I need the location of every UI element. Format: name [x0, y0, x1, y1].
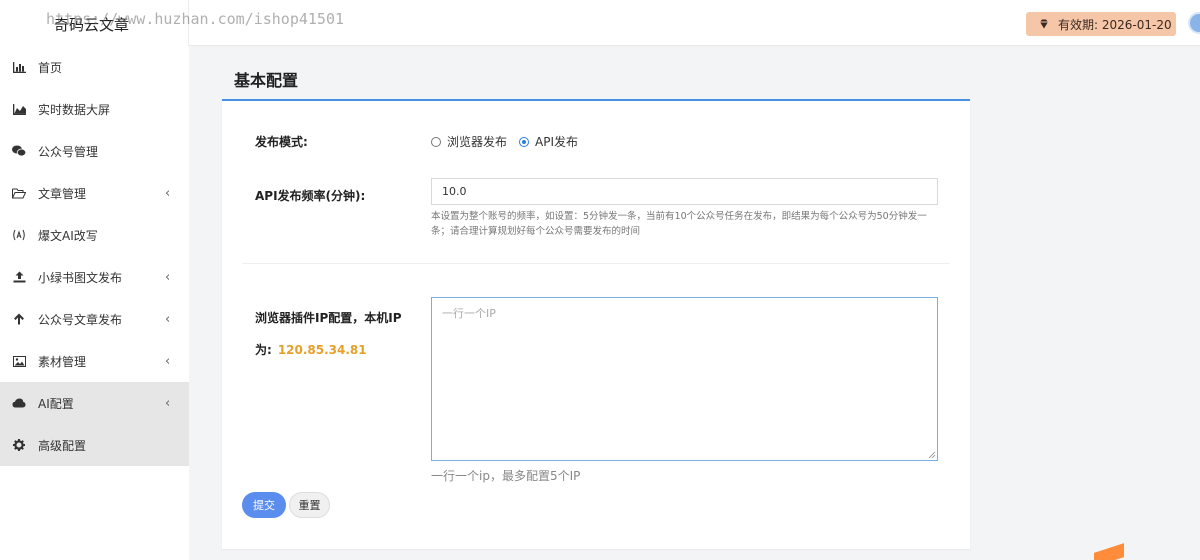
section-divider — [242, 263, 950, 264]
ip-config-label: 浏览器插件IP配置，本机IP — [255, 311, 402, 325]
ai-icon — [12, 228, 26, 242]
frequency-input[interactable]: 10.0 — [431, 178, 938, 205]
sidebar-item-label: 小绿书图文发布 — [38, 270, 123, 285]
sidebar-item-dashboard[interactable]: 实时数据大屏 — [0, 88, 189, 130]
cloud-icon — [12, 396, 26, 410]
chevron-left-icon: ‹ — [165, 396, 171, 411]
sidebar-item-label: AI配置 — [38, 396, 74, 411]
corner-decoration — [1094, 543, 1124, 560]
arrow-up-icon — [12, 312, 26, 326]
resize-grip-icon[interactable] — [928, 451, 936, 459]
sidebar-item-label: 公众号管理 — [38, 144, 99, 159]
sidebar-item-xiaolvshu[interactable]: 小绿书图文发布 ‹ — [0, 256, 189, 298]
chevron-left-icon: ‹ — [165, 270, 171, 285]
radio-api-publish[interactable] — [519, 136, 530, 147]
submit-button[interactable]: 提交 — [242, 492, 286, 518]
frequency-label: API发布频率(分钟): — [255, 189, 366, 203]
sidebar-item-articles[interactable]: 文章管理 ‹ — [0, 172, 189, 214]
bar-chart-icon — [12, 60, 26, 74]
sidebar-item-label: 高级配置 — [38, 438, 87, 453]
radio-label-browser[interactable]: 浏览器发布 — [447, 133, 507, 150]
chevron-left-icon: ‹ — [165, 312, 171, 327]
upload-icon — [12, 270, 26, 284]
publish-mode-radio-group: 浏览器发布 API发布 — [431, 133, 590, 150]
radio-browser-publish[interactable] — [431, 136, 441, 147]
sidebar-item-label: 公众号文章发布 — [38, 312, 123, 327]
chevron-left-icon: ‹ — [165, 354, 171, 369]
sidebar-item-ai-config[interactable]: AI配置 ‹ — [0, 382, 189, 424]
diamond-icon — [1040, 19, 1048, 29]
sidebar-item-ai-rewrite[interactable]: 爆文AI改写 — [0, 214, 189, 256]
radio-label-api[interactable]: API发布 — [535, 133, 578, 150]
gear-icon — [12, 438, 26, 452]
avatar[interactable] — [1188, 12, 1200, 34]
top-bar: 奇码云文章 https://www.huzhan.com/ishop41501 … — [0, 0, 1200, 46]
chevron-left-icon: ‹ — [165, 186, 171, 201]
expiry-badge[interactable]: 有效期: 2026-01-20 — [1026, 12, 1176, 36]
sidebar-item-wechat-publish[interactable]: 公众号文章发布 ‹ — [0, 298, 189, 340]
reset-button[interactable]: 重置 — [289, 492, 330, 518]
sidebar-item-materials[interactable]: 素材管理 ‹ — [0, 340, 189, 382]
image-icon — [12, 354, 26, 368]
sidebar-item-label: 文章管理 — [38, 186, 87, 201]
sidebar-item-label: 爆文AI改写 — [38, 228, 98, 243]
sidebar-item-home[interactable]: 首页 — [0, 46, 189, 88]
folder-open-icon — [12, 186, 26, 200]
area-chart-icon — [12, 102, 26, 116]
sidebar-item-label: 实时数据大屏 — [38, 102, 111, 117]
sidebar-item-label: 素材管理 — [38, 354, 87, 369]
expiry-text: 有效期: 2026-01-20 — [1058, 17, 1172, 32]
sidebar: 首页 实时数据大屏 公众号管理 文章管理 ‹ 爆文AI改写 小绿书图文发布 ‹ … — [0, 46, 189, 560]
frequency-hint: 本设置为整个账号的频率，如设置：5分钟发一条，当前有10个公众号任务在发布，即结… — [431, 211, 927, 237]
textarea-placeholder: 一行一个IP — [442, 307, 496, 320]
watermark-text: https://www.huzhan.com/ishop41501 — [46, 10, 345, 28]
config-form: 发布模式: 浏览器发布 API发布 API发布频率(分钟): 10.0 本设置为… — [222, 99, 970, 549]
sidebar-item-label: 首页 — [38, 60, 63, 75]
wechat-icon — [12, 144, 26, 158]
sidebar-item-wechat[interactable]: 公众号管理 — [0, 130, 189, 172]
sidebar-item-advanced[interactable]: 高级配置 — [0, 424, 189, 466]
ip-hint: 一行一个ip，最多配置5个IP — [431, 469, 581, 483]
publish-mode-label: 发布模式: — [255, 135, 308, 149]
local-ip-value: 120.85.34.81 — [277, 343, 367, 357]
ip-list-textarea[interactable]: 一行一个IP — [431, 297, 938, 461]
page-title: 基本配置 — [234, 71, 299, 90]
ip-config-label-2: 为: 120.85.34.81 — [255, 341, 367, 358]
ip-prefix: 为: — [255, 343, 272, 357]
